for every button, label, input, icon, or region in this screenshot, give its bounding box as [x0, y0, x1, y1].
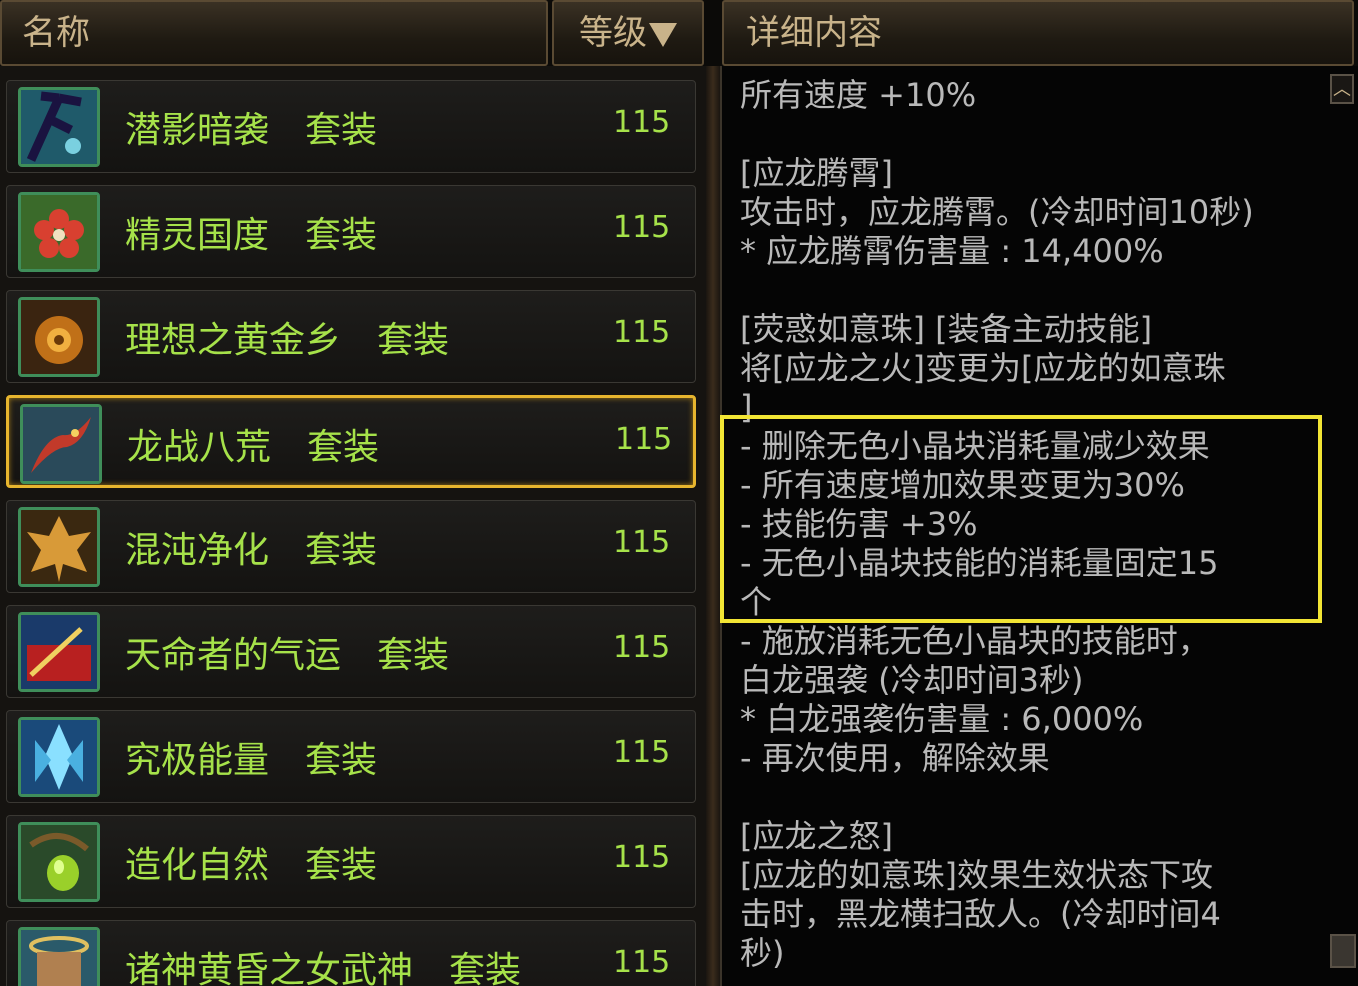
detail-line: [应龙腾霄] — [740, 154, 893, 192]
red-flower-icon — [18, 192, 100, 272]
scroll-up-button[interactable]: ︿ — [1330, 74, 1354, 104]
detail-line: - 再次使用，解除效果 — [740, 739, 1050, 777]
header-name-label: 名称 — [22, 13, 90, 53]
set-list-item[interactable]: 诸神黄昏之女武神 套装 115 — [6, 920, 696, 986]
set-level: 115 — [615, 422, 673, 457]
detail-line: [应龙之怒] — [740, 817, 893, 855]
set-level: 115 — [613, 630, 671, 665]
detail-line: * 应龙腾霄伤害量 : 14,400% — [740, 232, 1164, 270]
ice-crystal-icon — [18, 717, 100, 797]
detail-line: * 白龙强袭伤害量 : 6,000% — [740, 700, 1144, 738]
set-list-item[interactable]: 究极能量 套装 115 — [6, 710, 696, 803]
detail-line: 击时，黑龙横扫敌人。(冷却时间4 — [740, 895, 1221, 933]
maple-leaf-icon — [18, 507, 100, 587]
set-name: 造化自然 套装 — [125, 845, 378, 886]
detail-line: 秒) — [740, 934, 785, 972]
set-name: 诸神黄昏之女武神 套装 — [125, 950, 522, 986]
set-list-item[interactable]: 精灵国度 套装 115 — [6, 185, 696, 278]
set-level: 115 — [613, 945, 671, 980]
set-list-item[interactable]: 天命者的气运 套装 115 — [6, 605, 696, 698]
set-list-item[interactable]: 潜影暗袭 套装 115 — [6, 80, 696, 173]
column-header-level[interactable]: 等级 — [552, 0, 704, 66]
set-level: 115 — [613, 840, 671, 875]
detail-line — [740, 271, 1300, 310]
detail-line: 白龙强袭 (冷却时间3秒) — [740, 661, 1084, 699]
detail-line: 攻击时，应龙腾霄。(冷却时间10秒) — [740, 193, 1254, 231]
detail-line: - 施放消耗无色小晶块的技能时， — [740, 622, 1210, 660]
set-list-item[interactable]: 龙战八荒 套装 115 — [6, 395, 696, 488]
set-name: 精灵国度 套装 — [125, 215, 378, 256]
highlight-box — [720, 415, 1322, 623]
header-detail-label: 详细内容 — [746, 13, 882, 53]
header-level-label: 等级 — [579, 13, 647, 53]
set-list-item[interactable]: 混沌净化 套装 115 — [6, 500, 696, 593]
set-name: 究极能量 套装 — [125, 740, 378, 781]
set-level: 115 — [613, 525, 671, 560]
detail-line: [应龙的如意珠]效果生效状态下攻 — [740, 856, 1213, 894]
column-header-detail: 详细内容 — [722, 0, 1354, 66]
set-list-item[interactable]: 理想之黄金乡 套装 115 — [6, 290, 696, 383]
detail-line: [荧惑如意珠] [装备主动技能] — [740, 310, 1153, 348]
set-name: 天命者的气运 套装 — [125, 635, 450, 676]
valkyrie-icon — [18, 927, 100, 986]
scrollbar-thumb[interactable] — [1330, 934, 1356, 968]
set-level: 115 — [613, 735, 671, 770]
set-level: 115 — [613, 105, 671, 140]
fortune-scroll-icon — [18, 612, 100, 692]
set-level: 115 — [613, 315, 671, 350]
detail-line — [740, 115, 1300, 154]
panel-divider — [706, 66, 720, 986]
set-name: 龙战八荒 套装 — [127, 427, 380, 468]
detail-line: 将[应龙之火]变更为[应龙的如意珠 — [740, 349, 1226, 387]
set-list-item[interactable]: 造化自然 套装 115 — [6, 815, 696, 908]
set-name: 混沌净化 套装 — [125, 530, 378, 571]
green-fruit-icon — [18, 822, 100, 902]
red-dragon-icon — [20, 404, 102, 484]
set-name: 理想之黄金乡 套装 — [125, 320, 450, 361]
shadow-branch-icon — [18, 87, 100, 167]
column-header-name[interactable]: 名称 — [0, 0, 548, 66]
set-list[interactable]: 潜影暗袭 套装 115 精灵国度 套装 115 理想之黄金乡 套装 115 龙战八荒 套装 1… — [0, 66, 710, 986]
set-level: 115 — [613, 210, 671, 245]
detail-line: 所有速度 +10% — [740, 76, 977, 114]
set-name: 潜影暗袭 套装 — [125, 110, 378, 151]
golden-ornament-icon — [18, 297, 100, 377]
sort-down-icon — [649, 22, 677, 47]
detail-line — [740, 778, 1300, 817]
